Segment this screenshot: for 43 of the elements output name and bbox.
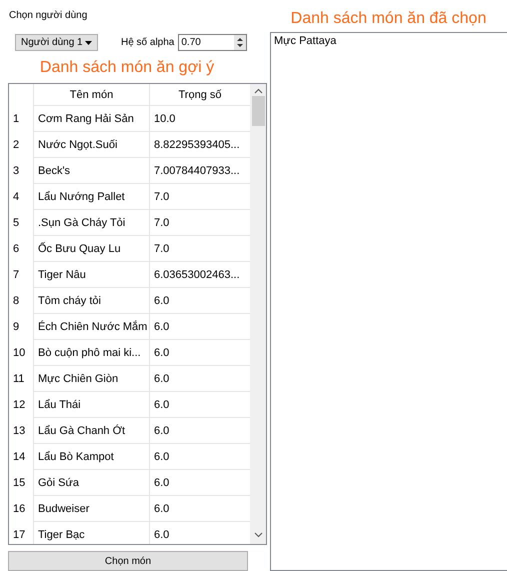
table-cell: Tiger Bạc [33,522,149,544]
table-cell: Gỏi Sứa [33,470,149,496]
table-cell: Mực Chiên Giòn [33,366,149,392]
user-dropdown[interactable]: Người dùng 1 [15,34,98,51]
table-cell: Lẩu Gà Chanh Ớt [33,418,149,444]
row-number: 8 [12,294,20,309]
row-number: 7 [12,268,20,283]
row-number: 10 [12,346,26,361]
table-cell: Nước Ngọt.Suối [33,132,149,158]
alpha-label: Hệ số alpha [121,37,174,48]
table-cell: Tôm cháy tỏi [33,288,149,314]
table-cell: Lẩu Nướng Pallet [33,184,149,210]
table-cell: Cơm Rang Hải Sản [33,106,149,132]
table-cell: Tiger Nâu [33,262,149,288]
row-number: 5 [12,216,20,231]
table-cell: Bò cuộn phô mai ki... [33,340,149,366]
table-cell: .Sụn Gà Cháy Tỏi [33,210,149,236]
row-number: 2 [12,138,20,153]
chosen-title: Danh sách món ăn đã chọn [290,10,488,29]
row-number: 17 [12,528,26,543]
row-number: 6 [12,242,20,257]
row-number: 14 [12,450,26,465]
row-number: 15 [12,476,26,491]
suggest-title: Danh sách món ăn gợi ý [38,59,216,77]
alpha-spinbox[interactable]: 0.70 [178,34,248,51]
row-number: 9 [12,320,20,335]
list-item[interactable]: Mực Pattaya [274,35,506,47]
column-header[interactable]: Tên món [33,84,149,106]
table-cell: Lẩu Thái [33,392,149,418]
row-number: 4 [12,190,20,205]
choose-button[interactable]: Chọn món [8,551,248,571]
row-number: 12 [12,398,26,413]
user-label: Chọn người dùng [9,10,88,21]
row-number: 1 [12,112,20,127]
row-number: 3 [12,164,20,179]
table-cell: Beck's [33,158,149,184]
table-cell: Lẩu Bò Kampot [33,444,149,470]
row-number: 16 [12,502,26,517]
row-number: 11 [12,372,26,387]
table-cell: Budweiser [33,496,149,522]
table-cell: Ốc Bưu Quay Lu [33,236,149,262]
table-cell: Éch Chiên Nước Mắm [33,314,149,340]
row-number: 13 [12,424,26,439]
